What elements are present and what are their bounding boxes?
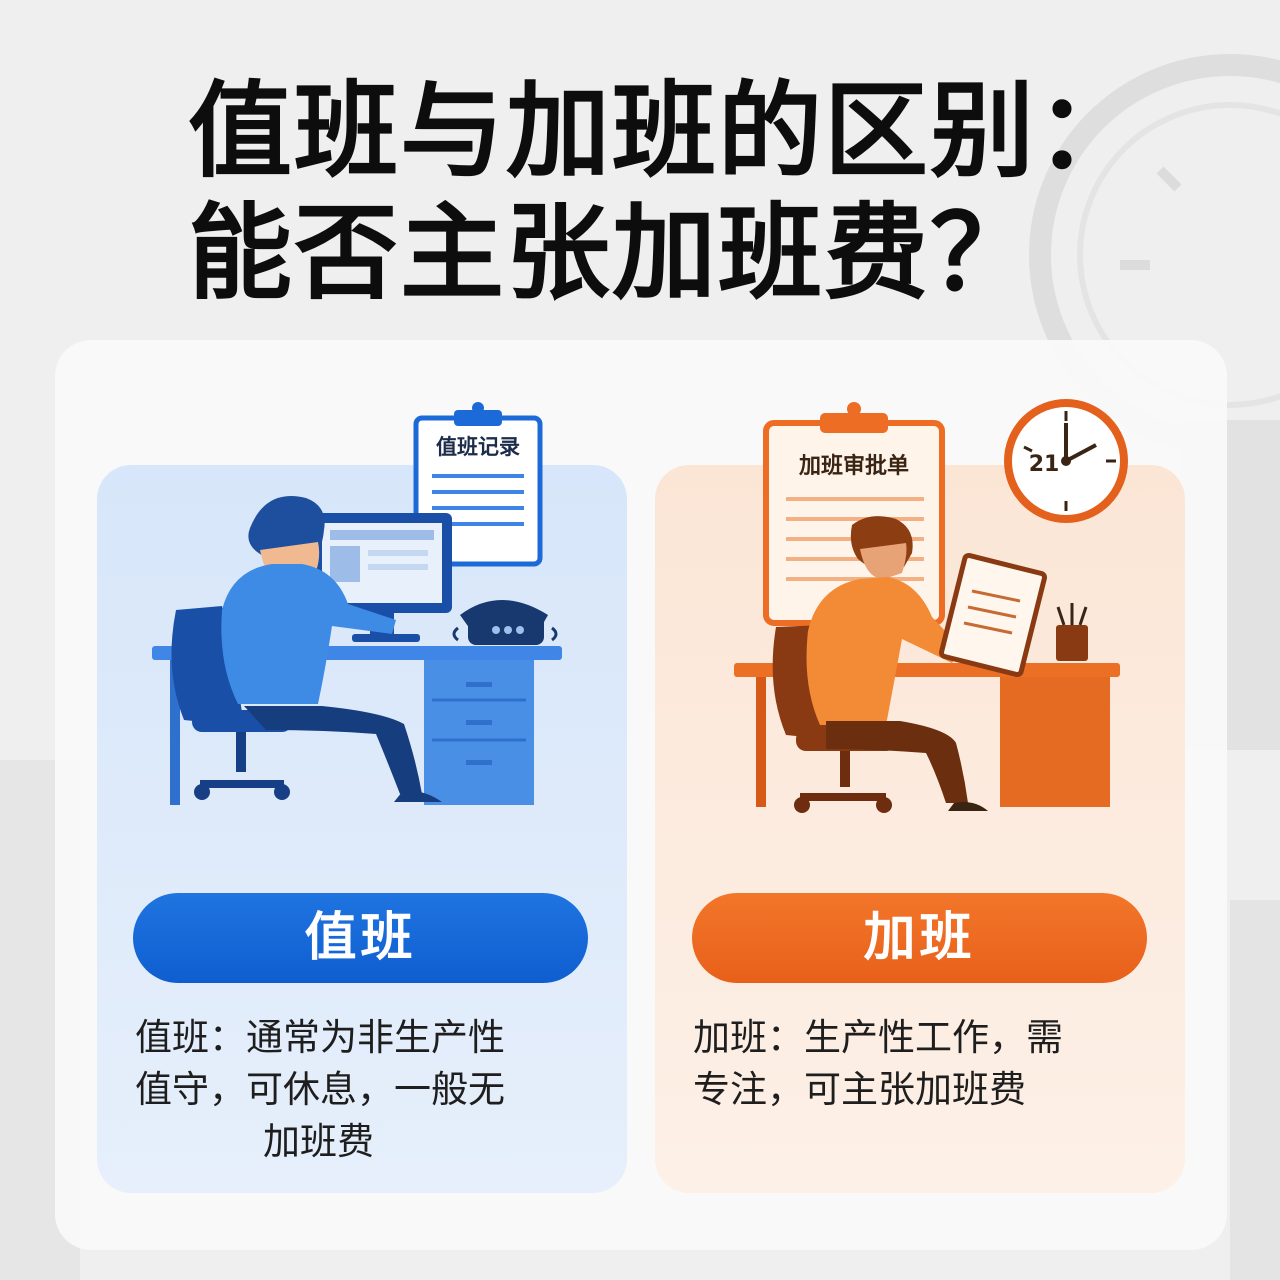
pen-cup-icon [1056, 603, 1088, 661]
telephone-icon [452, 600, 558, 645]
duty-illustration: 值班记录 [152, 402, 562, 805]
duty-pill: 值班 [133, 893, 588, 983]
overtime-description: 加班：生产性工作，需 专注，可主张加班费 [693, 1012, 1133, 1116]
desk-drawers [424, 660, 534, 805]
clock-hour-label: 21 [1029, 452, 1060, 477]
overtime-board-label: 加班审批单 [798, 453, 909, 479]
clock-icon: 21 [1004, 399, 1128, 523]
duty-desc-line-2: 值守，可休息，一般无 [135, 1068, 505, 1111]
overtime-desc-line-2: 专注，可主张加班费 [693, 1068, 1026, 1111]
document-icon [938, 552, 1048, 678]
overtime-desc-line-1: 加班：生产性工作，需 [693, 1016, 1063, 1059]
title-line-1: 值班与加班的区别： [188, 70, 1143, 192]
title-line-2: 能否主张加班费？ [188, 192, 1037, 314]
desk-cabinet [1000, 677, 1110, 807]
duty-description: 值班：通常为非生产性 值守，可休息，一般无 加班费 [135, 1012, 575, 1168]
duty-desc-line-1: 值班：通常为非生产性 [135, 1016, 505, 1059]
overtime-pill: 加班 [692, 893, 1147, 983]
overtime-illustration: 加班审批单 21 [734, 399, 1128, 813]
duty-desc-line-3: 加班费 [263, 1120, 374, 1163]
page-title: 值班与加班的区别： 能否主张加班费？ [188, 70, 1148, 314]
duty-board-label: 值班记录 [436, 435, 520, 459]
